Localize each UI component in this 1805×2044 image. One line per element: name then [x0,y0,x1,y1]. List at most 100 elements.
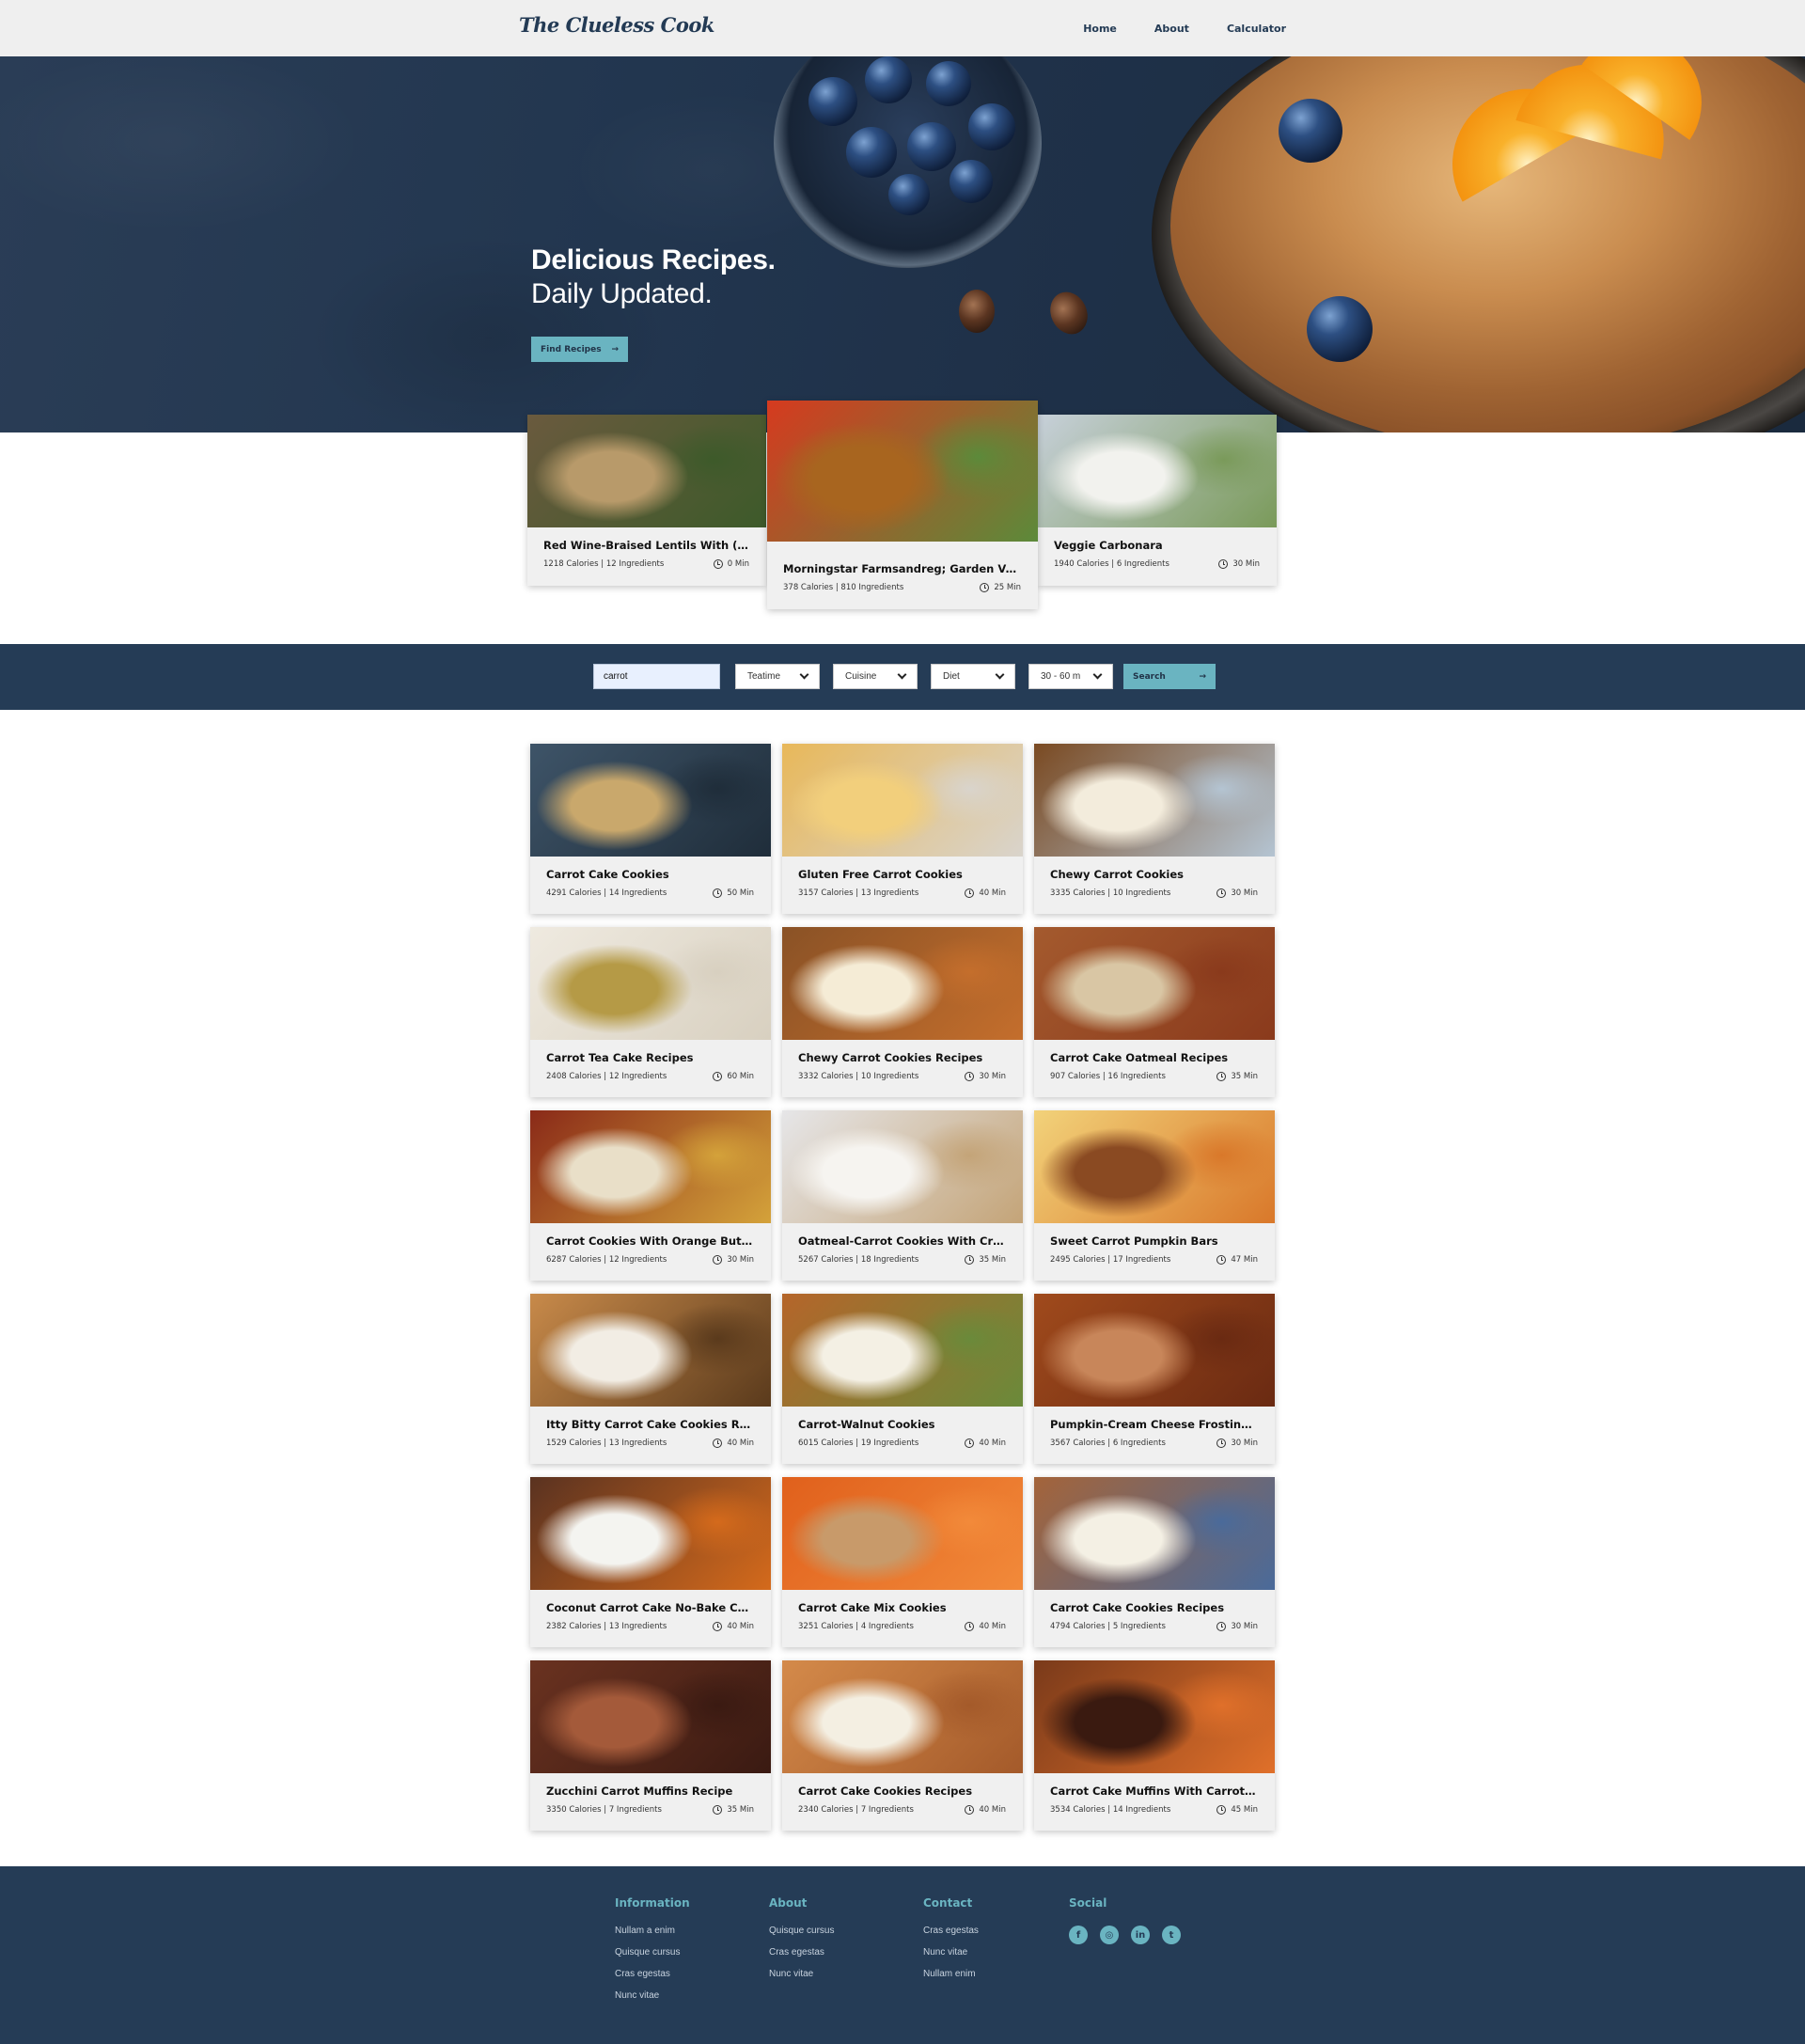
footer-link[interactable]: Nunc vitae [923,1947,979,1958]
recipe-title[interactable]: Chewy Carrot Cookies Recipes [798,1051,982,1064]
recipe-image[interactable] [782,1110,1023,1223]
instagram-icon[interactable]: ◎ [1100,1926,1119,1944]
recipe-card[interactable]: Gluten Free Carrot Cookies 3157 Calories … [782,744,1023,914]
footer-link[interactable]: Quisque cursus [615,1947,690,1958]
recipe-title[interactable]: Carrot Cake Mix Cookies [798,1601,947,1614]
recipe-card[interactable]: Pumpkin-Cream Cheese Frosting ... 3567 Ca… [1034,1294,1275,1464]
recipe-image[interactable] [1034,1294,1275,1407]
recipe-image[interactable] [767,401,1038,542]
recipe-image[interactable] [530,927,771,1040]
recipe-card[interactable]: Morningstar Farmsandreg; Garden Veg... 37… [767,401,1038,609]
recipe-image[interactable] [1034,927,1275,1040]
recipe-card[interactable]: Oatmeal-Carrot Cookies With Cre... 5267 C… [782,1110,1023,1281]
recipe-title[interactable]: Morningstar Farmsandreg; Garden Veg... [783,562,1022,575]
recipe-title[interactable]: Carrot-Walnut Cookies [798,1418,935,1431]
footer-link[interactable]: Quisque cursus [769,1926,834,1936]
recipe-card[interactable]: Carrot Cake Mix Cookies 3251 Calories | 4… [782,1477,1023,1647]
recipe-title[interactable]: Veggie Carbonara [1054,539,1163,552]
nav-link-home[interactable]: Home [1083,23,1117,35]
footer-link[interactable]: Nullam a enim [615,1926,690,1936]
recipe-card[interactable]: Carrot-Walnut Cookies 6015 Calories | 19 … [782,1294,1023,1464]
recipe-card[interactable]: Carrot Cake Cookies Recipes 4794 Calories… [1034,1477,1275,1647]
recipe-image[interactable] [530,1294,771,1407]
recipe-image[interactable] [782,744,1023,857]
recipe-card[interactable]: Sweet Carrot Pumpkin Bars 2495 Calories |… [1034,1110,1275,1281]
linkedin-icon[interactable]: in [1131,1926,1150,1944]
recipe-title[interactable]: Carrot Cake Cookies Recipes [1050,1601,1224,1614]
recipe-image[interactable] [527,415,766,527]
clock-icon [713,1805,723,1815]
search-button[interactable]: Search → [1123,664,1216,689]
recipe-image[interactable] [530,1477,771,1590]
time-select[interactable]: 30 - 60 m [1028,664,1113,689]
site-logo[interactable]: The Clueless Cook [519,13,714,37]
recipe-title[interactable]: Zucchini Carrot Muffins Recipe [546,1785,732,1798]
recipe-card[interactable]: Carrot Cake Muffins With Carrot J... 3534… [1034,1660,1275,1831]
footer-link[interactable]: Nunc vitae [615,1990,690,2001]
recipe-card[interactable]: Veggie Carbonara 1940 Calories | 6 Ingred… [1038,415,1277,586]
recipe-image[interactable] [782,1660,1023,1773]
recipe-image[interactable] [1038,415,1277,527]
recipe-image[interactable] [1034,1477,1275,1590]
footer-link[interactable]: Cras egestas [769,1947,834,1958]
clock-icon [1216,1439,1227,1448]
recipe-card[interactable]: Itty Bitty Carrot Cake Cookies Reci... 15… [530,1294,771,1464]
footer-link[interactable]: Nullam enim [923,1969,979,1979]
twitter-icon[interactable]: t [1162,1926,1181,1944]
recipe-image[interactable] [782,1294,1023,1407]
recipe-image[interactable] [782,927,1023,1040]
search-input[interactable] [593,664,720,689]
recipe-image[interactable] [782,1477,1023,1590]
recipe-card[interactable]: Carrot Tea Cake Recipes 2408 Calories | 1… [530,927,771,1097]
recipe-card[interactable]: Carrot Cake Cookies 4291 Calories | 14 In… [530,744,771,914]
recipe-meta: 4291 Calories | 14 Ingredients [546,888,667,898]
facebook-icon[interactable]: f [1069,1926,1088,1944]
recipe-image[interactable] [1034,744,1275,857]
recipe-title[interactable]: Carrot Cookies With Orange Butter... [546,1234,755,1248]
recipe-image[interactable] [530,1110,771,1223]
recipe-card[interactable]: Zucchini Carrot Muffins Recipe 3350 Calor… [530,1660,771,1831]
nav-link-about[interactable]: About [1154,23,1189,35]
blueberry-image [926,61,971,106]
recipe-title[interactable]: Red Wine-Braised Lentils With (Ve... [543,539,752,552]
recipe-time-value: 60 Min [727,1072,754,1081]
recipe-title[interactable]: Coconut Carrot Cake No-Bake Co... [546,1601,755,1614]
nav-link-calculator[interactable]: Calculator [1227,23,1286,35]
recipe-title[interactable]: Oatmeal-Carrot Cookies With Cre... [798,1234,1007,1248]
find-recipes-button[interactable]: Find Recipes → [531,337,628,362]
recipe-title[interactable]: Sweet Carrot Pumpkin Bars [1050,1234,1218,1248]
footer-link[interactable]: Cras egestas [615,1969,690,1979]
footer-link[interactable]: Nunc vitae [769,1969,834,1979]
recipe-time: 35 Min [713,1805,754,1815]
recipe-image[interactable] [1034,1110,1275,1223]
recipe-card[interactable]: Chewy Carrot Cookies Recipes 3332 Calorie… [782,927,1023,1097]
diet-select[interactable]: Diet [931,664,1015,689]
recipe-card[interactable]: Carrot Cake Oatmeal Recipes 907 Calories … [1034,927,1275,1097]
recipe-image[interactable] [530,1660,771,1773]
arrow-right-icon: → [1199,671,1206,682]
hero-subtitle: Daily Updated. [531,278,713,309]
recipe-card[interactable]: Chewy Carrot Cookies 3335 Calories | 10 I… [1034,744,1275,914]
recipe-title[interactable]: Carrot Cake Oatmeal Recipes [1050,1051,1228,1064]
recipe-title[interactable]: Carrot Cake Cookies Recipes [798,1785,972,1798]
recipe-time-value: 40 Min [727,1439,754,1448]
clock-icon [965,1255,975,1265]
recipe-image[interactable] [530,744,771,857]
cuisine-select[interactable]: Cuisine [833,664,918,689]
recipe-title[interactable]: Pumpkin-Cream Cheese Frosting ... [1050,1418,1259,1431]
recipe-card[interactable]: Red Wine-Braised Lentils With (Ve... 1218… [527,415,766,586]
recipe-image[interactable] [1034,1660,1275,1773]
recipe-title[interactable]: Itty Bitty Carrot Cake Cookies Reci... [546,1418,755,1431]
recipe-card[interactable]: Coconut Carrot Cake No-Bake Co... 2382 Ca… [530,1477,771,1647]
recipe-time-value: 30 Min [979,1072,1006,1081]
recipe-title[interactable]: Chewy Carrot Cookies [1050,868,1184,881]
recipe-title[interactable]: Carrot Cake Muffins With Carrot J... [1050,1785,1259,1798]
recipe-title[interactable]: Carrot Cake Cookies [546,868,669,881]
recipe-title[interactable]: Carrot Tea Cake Recipes [546,1051,693,1064]
recipe-card[interactable]: Carrot Cake Cookies Recipes 2340 Calories… [782,1660,1023,1831]
footer-link[interactable]: Cras egestas [923,1926,979,1936]
recipe-card[interactable]: Carrot Cookies With Orange Butter... 6287… [530,1110,771,1281]
recipe-title[interactable]: Gluten Free Carrot Cookies [798,868,963,881]
recipe-time: 35 Min [1216,1072,1258,1081]
meal-type-select[interactable]: Teatime [735,664,820,689]
